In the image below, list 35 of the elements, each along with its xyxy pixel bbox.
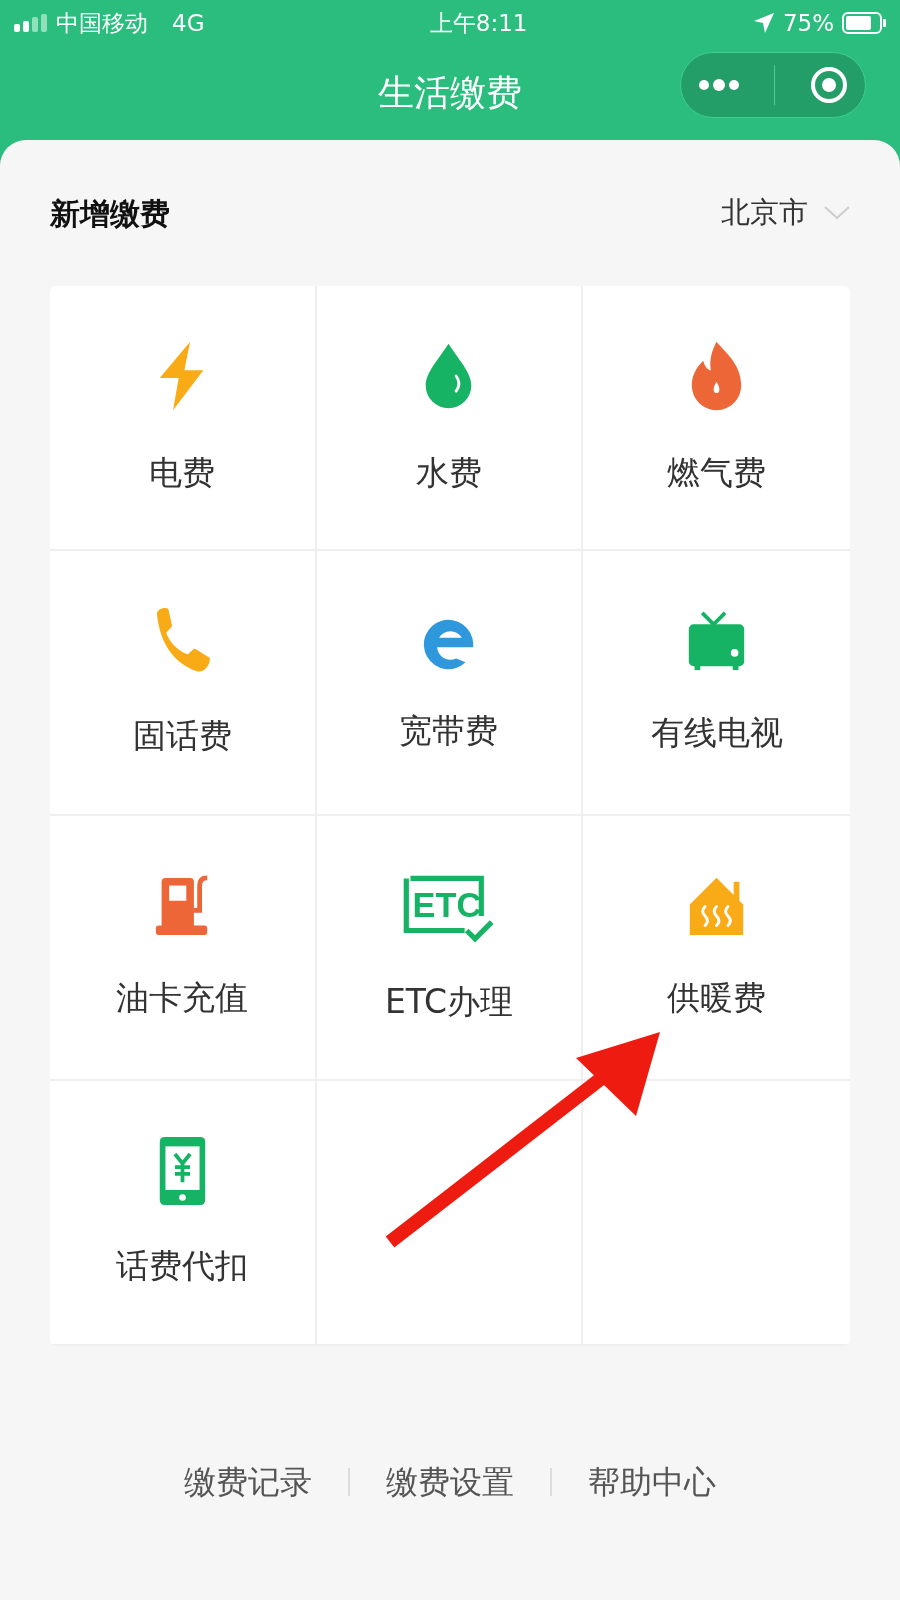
service-tile[interactable]: 话费代扣	[50, 1081, 317, 1346]
service-label: 有线电视	[650, 712, 783, 755]
service-tile[interactable]: ETC ETC办理	[316, 816, 584, 1081]
clock: 上午8:11	[428, 8, 529, 38]
service-tile[interactable]: 燃气费	[583, 286, 850, 551]
city-selector[interactable]: 北京市	[721, 191, 850, 235]
service-label: 固话费	[132, 714, 232, 757]
service-label: ETC办理	[384, 981, 514, 1024]
page-title: 生活缴费	[378, 71, 522, 115]
footer-link[interactable]: 帮助中心	[588, 1458, 716, 1506]
service-label: 宽带费	[399, 710, 499, 753]
service-tile[interactable]: 电费	[50, 286, 317, 551]
battery-percent: 75%	[782, 8, 834, 38]
service-label: 话费代扣	[116, 1244, 249, 1287]
network-type: 4G	[172, 8, 205, 38]
section-title: 新增缴费	[50, 194, 170, 233]
service-tile[interactable]: 有线电视	[583, 551, 850, 816]
service-tile[interactable]: 油卡充值	[50, 816, 317, 1081]
footer-link[interactable]: 缴费记录	[184, 1458, 312, 1506]
service-label: 电费	[149, 451, 216, 494]
service-tile[interactable]: 宽带费	[316, 551, 584, 816]
service-tile[interactable]: 水费	[316, 286, 584, 551]
service-label: 供暖费	[667, 977, 767, 1020]
service-label: 水费	[416, 451, 482, 494]
signal-icon	[14, 14, 48, 32]
footer-link[interactable]: 缴费设置	[386, 1458, 514, 1506]
service-label: 燃气费	[667, 451, 767, 494]
more-icon[interactable]	[698, 78, 741, 92]
close-icon[interactable]	[809, 66, 848, 104]
service-tile[interactable]: 固话费	[50, 551, 317, 816]
service-label: 油卡充值	[116, 977, 249, 1020]
caret-icon	[824, 206, 850, 220]
carrier-name: 中国移动	[56, 8, 148, 38]
battery-icon	[842, 12, 886, 34]
location-icon	[752, 12, 775, 34]
